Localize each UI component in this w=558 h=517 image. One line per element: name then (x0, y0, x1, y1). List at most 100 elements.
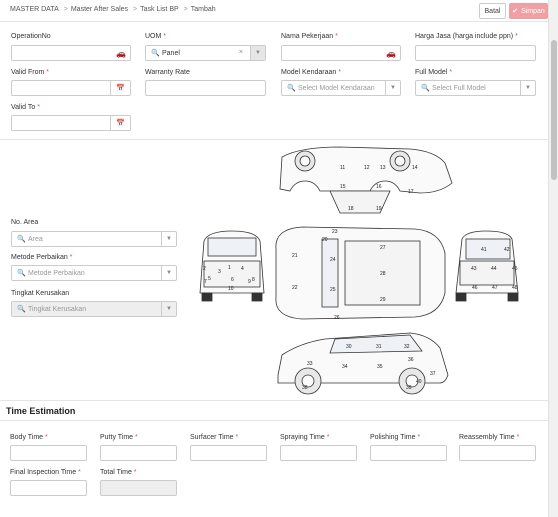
zone-label[interactable]: 14 (412, 165, 418, 171)
zone-label[interactable]: 33 (307, 361, 313, 367)
zone-label[interactable]: 26 (334, 315, 340, 321)
zone-label[interactable]: 48 (512, 285, 518, 291)
scrollbar[interactable] (548, 0, 558, 517)
save-button[interactable]: ✔ Simpan (509, 3, 548, 19)
calendar-icon[interactable]: 📅 (110, 116, 130, 130)
no-area-placeholder: Area (28, 236, 43, 243)
car-side-view-top[interactable] (279, 146, 453, 214)
car-icon[interactable]: 🚗 (386, 49, 396, 58)
zone-label[interactable]: 4 (241, 266, 244, 272)
chevron-down-icon[interactable]: ▼ (250, 46, 265, 60)
scrollbar-thumb[interactable] (551, 40, 557, 180)
divider (0, 400, 548, 401)
zone-label[interactable]: 20 (322, 237, 328, 243)
no-area-select[interactable]: 🔍 Area ▼ (11, 231, 177, 247)
search-icon: 🔍 (151, 50, 160, 57)
full-model-select[interactable]: 🔍 Select Full Model ▼ (415, 80, 536, 96)
zone-label[interactable]: 28 (380, 271, 386, 277)
valid-from-field[interactable]: 📅 (11, 80, 131, 96)
zone-label[interactable]: 42 (504, 247, 510, 253)
zone-label[interactable]: 43 (471, 266, 477, 272)
zone-label[interactable]: 44 (491, 266, 497, 272)
uom-select[interactable]: 🔍 Panel × ▼ (145, 45, 266, 61)
harga-jasa-field[interactable] (415, 45, 536, 61)
clear-icon[interactable]: × (239, 49, 243, 56)
zone-label[interactable]: 9 (248, 279, 251, 285)
valid-to-field[interactable]: 📅 (11, 115, 131, 131)
cancel-button[interactable]: Batal (479, 3, 506, 19)
zone-label[interactable]: 27 (380, 245, 386, 251)
search-icon: 🔍 (421, 85, 430, 92)
zone-label[interactable]: 10 (228, 286, 234, 292)
zone-label[interactable]: 19 (376, 206, 382, 212)
top-bar: MASTER DATA > Master After Sales > Task List… (0, 0, 548, 22)
nama-pekerjaan-field[interactable]: 🚗 (281, 45, 401, 61)
chevron-down-icon[interactable]: ▼ (385, 81, 400, 95)
zone-label[interactable]: 40 (416, 379, 422, 385)
warranty-rate-field[interactable] (145, 80, 266, 96)
zone-label[interactable]: 46 (472, 285, 478, 291)
zone-label[interactable]: 39 (406, 385, 412, 391)
body-time-field[interactable] (10, 445, 87, 461)
breadcrumb-item[interactable]: Master After Sales (71, 6, 128, 13)
car-top-view[interactable] (275, 226, 446, 320)
zone-label[interactable]: 29 (380, 297, 386, 303)
zone-label[interactable]: 22 (292, 285, 298, 291)
chevron-down-icon[interactable]: ▼ (520, 81, 535, 95)
zone-label[interactable]: 38 (302, 385, 308, 391)
zone-label[interactable]: 24 (330, 257, 336, 263)
chevron-down-icon[interactable]: ▼ (161, 302, 176, 316)
car-icon[interactable]: 🚗 (116, 49, 126, 58)
zone-label[interactable]: 8 (252, 277, 255, 283)
polishing-time-field[interactable] (370, 445, 447, 461)
zone-label[interactable]: 47 (492, 285, 498, 291)
zone-label[interactable]: 25 (330, 287, 336, 293)
reassembly-time-label: Reassembly Time * (459, 434, 520, 441)
total-time-label: Total Time * (100, 469, 137, 476)
zone-label[interactable]: 7 (204, 279, 207, 285)
model-kendaraan-select[interactable]: 🔍 Select Model Kendaraan ▼ (281, 80, 401, 96)
zone-label[interactable]: 5 (208, 276, 211, 282)
zone-label[interactable]: 35 (377, 364, 383, 370)
calendar-icon[interactable]: 📅 (110, 81, 130, 95)
zone-label[interactable]: 23 (332, 229, 338, 235)
chevron-down-icon[interactable]: ▼ (161, 266, 176, 280)
zone-label[interactable]: 18 (348, 206, 354, 212)
zone-label[interactable]: 12 (364, 165, 370, 171)
zone-label[interactable]: 6 (231, 277, 234, 283)
zone-label[interactable]: 16 (376, 184, 382, 190)
zone-label[interactable]: 41 (481, 247, 487, 253)
chevron-down-icon[interactable]: ▼ (161, 232, 176, 246)
zone-label[interactable]: 2 (203, 266, 206, 272)
operation-no-field[interactable]: 🚗 (11, 45, 131, 61)
reassembly-time-field[interactable] (459, 445, 536, 461)
car-damage-diagram[interactable]: 11 12 13 14 15 16 17 18 19 1 2 3 4 5 6 7… (190, 143, 530, 398)
tingkat-kerusakan-select[interactable]: 🔍 Tingkat Kerusakan ▼ (11, 301, 177, 317)
final-inspection-time-label: Final Inspection Time * (10, 469, 81, 476)
putty-time-field[interactable] (100, 445, 177, 461)
breadcrumb-item[interactable]: MASTER DATA (10, 6, 59, 13)
zone-label[interactable]: 21 (292, 253, 298, 259)
zone-label[interactable]: 31 (376, 344, 382, 350)
car-rear-view[interactable] (455, 230, 519, 302)
zone-label[interactable]: 17 (408, 189, 414, 195)
metode-perbaikan-select[interactable]: 🔍 Metode Perbaikan ▼ (11, 265, 177, 281)
zone-label[interactable]: 11 (340, 165, 345, 171)
zone-label[interactable]: 13 (380, 165, 386, 171)
breadcrumb-item[interactable]: Task List BP (140, 6, 179, 13)
zone-label[interactable]: 1 (228, 265, 231, 271)
body-time-label: Body Time * (10, 434, 48, 441)
zone-label[interactable]: 37 (430, 371, 436, 377)
zone-label[interactable]: 45 (512, 266, 518, 272)
tingkat-kerusakan-label: Tingkat Kerusakan (11, 290, 70, 297)
spraying-time-field[interactable] (280, 445, 357, 461)
zone-label[interactable]: 15 (340, 184, 346, 190)
zone-label[interactable]: 3 (218, 269, 221, 275)
zone-label[interactable]: 34 (342, 364, 348, 370)
zone-label[interactable]: 32 (404, 344, 410, 350)
zone-label[interactable]: 36 (408, 357, 414, 363)
final-inspection-time-field[interactable] (10, 480, 87, 496)
zone-label[interactable]: 30 (346, 344, 352, 350)
model-kendaraan-label: Model Kendaraan * (281, 69, 341, 76)
surfacer-time-field[interactable] (190, 445, 267, 461)
